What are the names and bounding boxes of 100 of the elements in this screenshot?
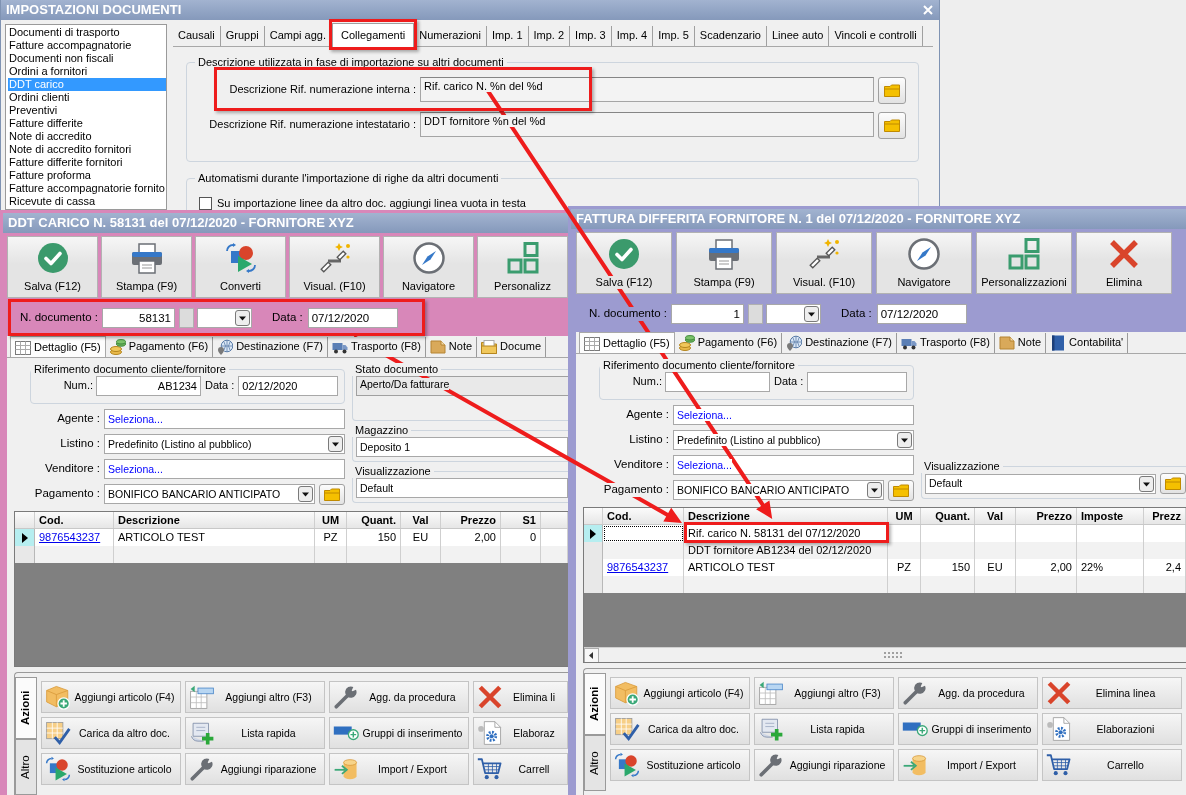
item-code-link[interactable]: 9876543237 — [39, 531, 101, 543]
dropdown-field[interactable]: Default — [925, 473, 1156, 494]
action-button[interactable]: Aggiungi riparazione — [185, 753, 325, 785]
action-button[interactable]: Elaboraz — [473, 717, 568, 749]
date-field[interactable] — [807, 372, 908, 392]
toolbar-button[interactable]: Personalizzazioni — [976, 232, 1072, 294]
list-item[interactable]: Preventivi — [8, 104, 166, 117]
action-button[interactable]: Agg. da procedura — [898, 677, 1038, 709]
dropdown-field[interactable] — [197, 308, 252, 328]
dropdown-field[interactable] — [766, 304, 821, 324]
folder-button[interactable] — [1160, 473, 1186, 494]
list-item[interactable]: Documenti non fiscali — [8, 52, 166, 65]
selector-field[interactable]: Seleziona... — [104, 459, 345, 479]
number-field[interactable] — [665, 372, 770, 392]
scroll-left-icon[interactable] — [584, 647, 599, 662]
tab[interactable]: Azioni — [584, 673, 606, 735]
tab[interactable]: Azioni — [15, 677, 37, 739]
scroll-plus-icon — [189, 720, 215, 746]
list-item[interactable]: Documenti di trasporto — [8, 26, 166, 39]
action-button[interactable]: Aggiungi altro (F3) — [185, 681, 325, 713]
selector-field[interactable]: Seleziona... — [104, 409, 345, 429]
dropdown-field[interactable]: Predefinito (Listino al pubblico) — [104, 434, 345, 454]
dropdown-field[interactable]: BONIFICO BANCARIO ANTICIPATO — [673, 480, 884, 500]
toolbar-button[interactable]: Converti — [195, 236, 286, 298]
action-button[interactable]: Carica da altro doc. — [610, 713, 750, 745]
field-label: Pagamento : — [603, 483, 669, 497]
toolbar-button[interactable]: Visual. (F10) — [776, 232, 872, 294]
tab[interactable]: Dettaglio (F5) — [10, 336, 106, 357]
tab[interactable]: Altro — [15, 739, 37, 795]
action-button[interactable]: Lista rapida — [754, 713, 894, 745]
toolbar-button[interactable]: Salva (F12) — [576, 232, 672, 294]
action-button[interactable]: Lista rapida — [185, 717, 325, 749]
small-button[interactable] — [179, 308, 194, 328]
toolbar-button[interactable]: Salva (F12) — [7, 236, 98, 298]
list-item[interactable]: Fatture accompagnatorie — [8, 39, 166, 52]
row-header[interactable] — [584, 525, 603, 542]
action-button[interactable]: Import / Export — [329, 753, 469, 785]
selector-field[interactable]: Seleziona... — [673, 455, 914, 475]
date-field[interactable]: 07/12/2020 — [876, 304, 967, 324]
list-item[interactable]: Note di accredito fornitori — [8, 143, 166, 156]
text-field[interactable]: Default — [356, 478, 568, 498]
text-field[interactable]: Rif. carico N. %n del %d — [420, 77, 874, 102]
number-field[interactable]: 58131 — [102, 308, 175, 328]
date-field[interactable]: 02/12/2020 — [238, 376, 339, 396]
list-item[interactable]: Ordini clienti — [8, 91, 166, 104]
action-button[interactable]: Aggiungi articolo (F4) — [610, 677, 750, 709]
action-button[interactable]: Carrell — [473, 753, 568, 785]
action-button[interactable]: Carica da altro doc. — [41, 717, 181, 749]
action-button[interactable]: Sostituzione articolo — [610, 749, 750, 781]
tab[interactable]: Altro — [584, 735, 606, 791]
action-button[interactable]: Import / Export — [898, 749, 1038, 781]
dropdown-field[interactable]: BONIFICO BANCARIO ANTICIPATO — [104, 484, 315, 504]
list-item[interactable]: Fatture proforma — [8, 169, 166, 182]
small-button[interactable] — [748, 304, 763, 324]
toolbar-button[interactable]: Stampa (F9) — [101, 236, 192, 298]
wrench-icon — [758, 752, 784, 778]
text-field[interactable]: DDT fornitore %n del %d — [420, 112, 874, 137]
date-field[interactable]: 07/12/2020 — [307, 308, 398, 328]
number-field[interactable]: AB1234 — [96, 376, 201, 396]
toolbar-button[interactable]: Elimina — [1076, 232, 1172, 294]
folder-button[interactable] — [878, 112, 906, 139]
action-button[interactable]: Elimina li — [473, 681, 568, 713]
action-button[interactable]: Gruppi di inserimento — [329, 717, 469, 749]
checkbox[interactable] — [199, 197, 212, 210]
column-header: Val — [412, 514, 429, 526]
list-item[interactable]: Ordini a fornitori — [8, 65, 166, 78]
tab[interactable]: Dettaglio (F5) — [579, 332, 675, 353]
action-button[interactable]: Elaborazioni — [1042, 713, 1182, 745]
folder-button[interactable] — [319, 483, 345, 505]
number-field[interactable]: 1 — [671, 304, 744, 324]
toolbar-button[interactable]: Visual. (F10) — [289, 236, 380, 298]
list-item[interactable]: Ricevute di cassa — [8, 195, 166, 208]
dropdown-field[interactable]: Predefinito (Listino al pubblico) — [673, 430, 914, 450]
tab[interactable]: Collegamenti — [332, 23, 415, 47]
row-header[interactable] — [15, 529, 35, 546]
list-item[interactable]: Fatture differite fornitori — [8, 156, 166, 169]
action-button[interactable]: Sostituzione articolo — [41, 753, 181, 785]
folder-button[interactable] — [878, 77, 906, 104]
action-button[interactable]: Gruppi di inserimento — [898, 713, 1038, 745]
folder-button[interactable] — [888, 479, 914, 501]
toolbar-button[interactable]: Stampa (F9) — [676, 232, 772, 294]
action-button[interactable]: Aggiungi altro (F3) — [754, 677, 894, 709]
list-item[interactable]: Note di accredito — [8, 130, 166, 143]
item-code-link[interactable]: 9876543237 — [607, 561, 669, 573]
close-icon[interactable] — [923, 5, 933, 15]
printer-icon — [130, 242, 163, 274]
selector-field[interactable]: Seleziona... — [673, 405, 914, 425]
action-button[interactable]: Carrello — [1042, 749, 1182, 781]
list-item[interactable]: Fatture differite — [8, 117, 166, 130]
action-button[interactable]: Aggiungi riparazione — [754, 749, 894, 781]
list-item[interactable]: Fatture accompagnatorie fornito — [8, 182, 166, 195]
toolbar-button[interactable]: Navigatore — [876, 232, 972, 294]
action-button[interactable]: Aggiungi articolo (F4) — [41, 681, 181, 713]
action-button[interactable]: Elimina linea — [1042, 677, 1182, 709]
toolbar-button[interactable]: Navigatore — [383, 236, 474, 298]
toolbar-button[interactable]: Personalizz — [477, 236, 568, 298]
action-button[interactable]: Agg. da procedura — [329, 681, 469, 713]
horizontal-scrollbar[interactable] — [584, 647, 1186, 662]
caret-icon — [298, 486, 313, 502]
text-field[interactable]: Deposito 1 — [356, 437, 568, 457]
